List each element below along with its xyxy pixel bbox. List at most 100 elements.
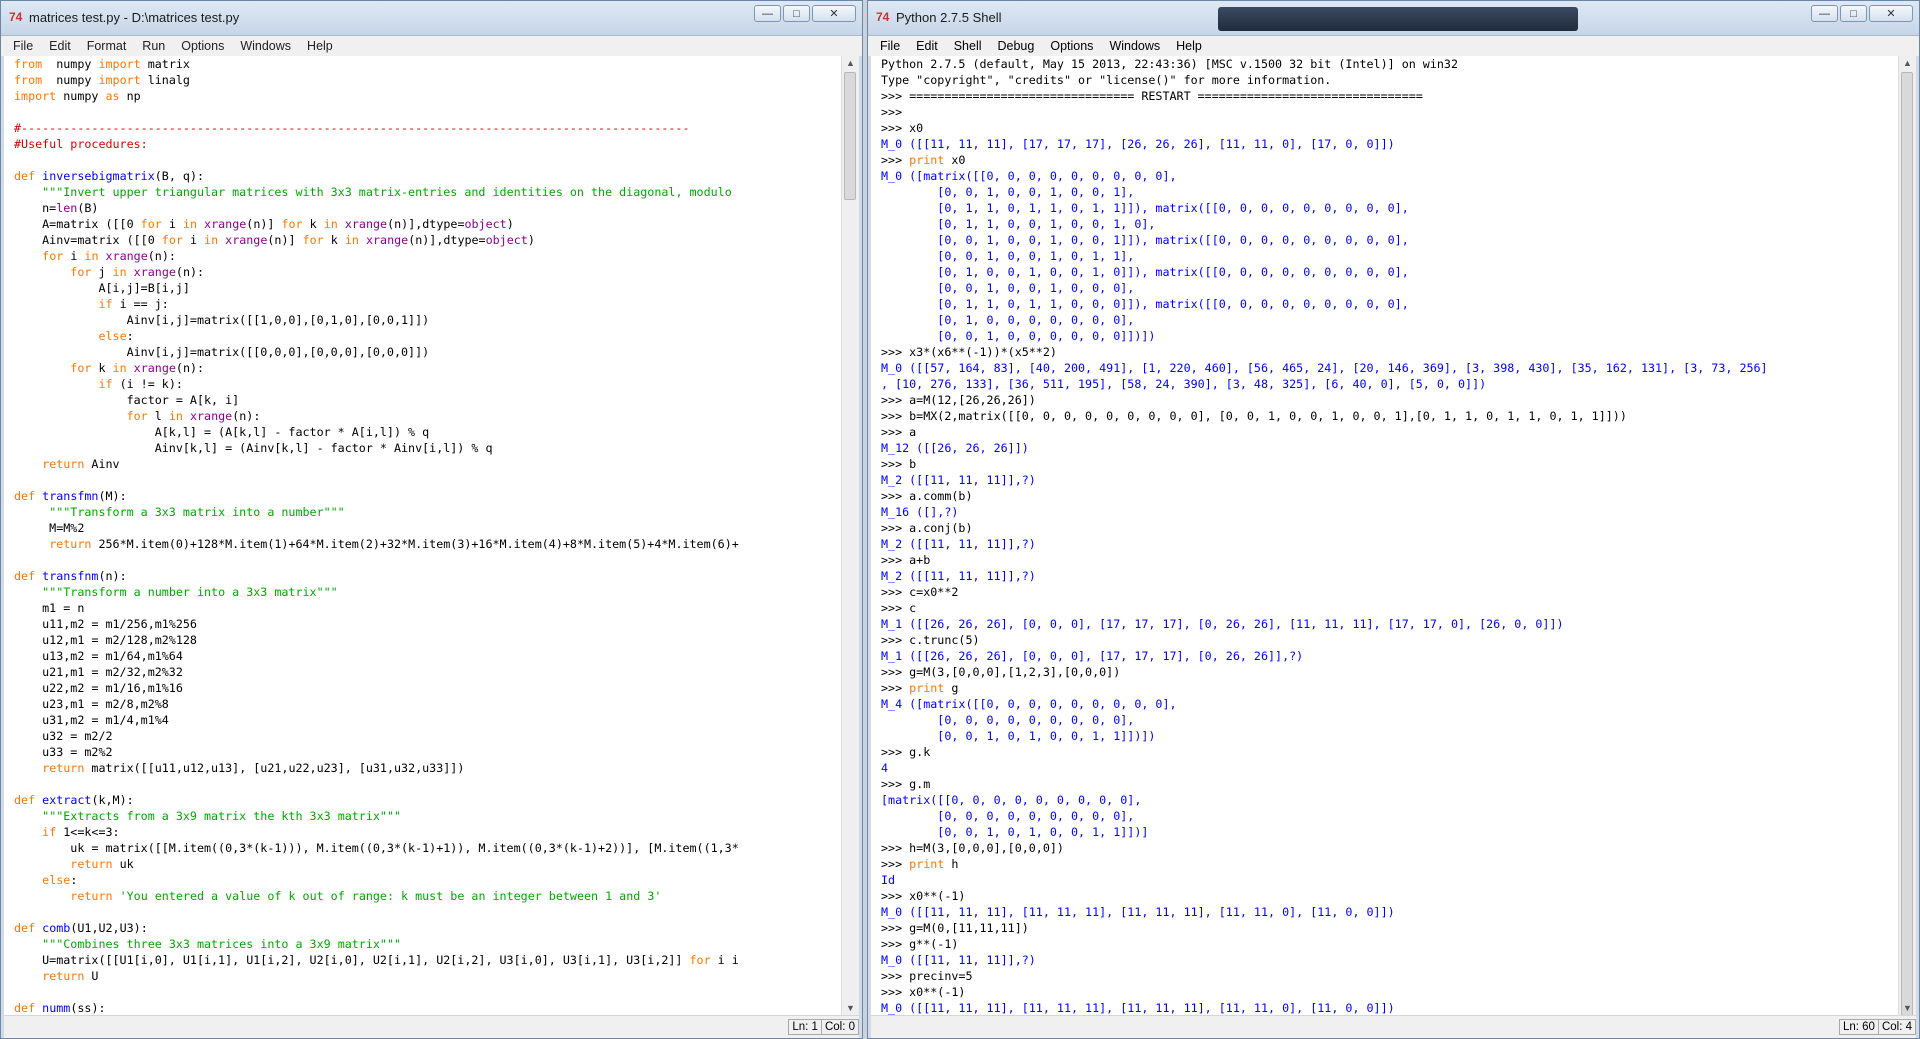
code-line: M_0 ([matrix([[0, 0, 0, 0, 0, 0, 0, 0, 0… — [881, 168, 1898, 184]
menu-edit[interactable]: Edit — [908, 39, 946, 53]
menu-format[interactable]: Format — [79, 39, 135, 53]
code-token: k — [91, 361, 113, 375]
code-token: for — [161, 233, 183, 247]
code-token: for — [140, 217, 162, 231]
code-token: print — [909, 681, 945, 695]
close-button[interactable]: ✕ — [812, 5, 856, 22]
code-token: """Invert upper triangular matrices with… — [42, 185, 732, 199]
editor-menubar: File Edit Format Run Options Windows Hel… — [1, 36, 862, 57]
code-token: >>> x0**(-1) — [881, 889, 966, 903]
code-line: [0, 0, 1, 0, 1, 0, 0, 1, 1]])]) — [881, 728, 1898, 744]
code-line: >>> h=M(3,[0,0,0],[0,0,0]) — [881, 840, 1898, 856]
code-token: >>> c=x0**2 — [881, 585, 959, 599]
menu-options[interactable]: Options — [173, 39, 232, 53]
code-token: np — [119, 89, 141, 103]
code-line: >>> b=MX(2,matrix([[0, 0, 0, 0, 0, 0, 0,… — [881, 408, 1898, 424]
code-token: >>> x0**(-1) — [881, 985, 966, 999]
code-token: u22,m2 = m1/16,m1%16 — [14, 681, 183, 695]
code-editor[interactable]: from numpy import matrix from numpy impor… — [4, 56, 859, 1016]
minimize-button[interactable]: — — [1811, 5, 1838, 22]
menu-debug[interactable]: Debug — [990, 39, 1043, 53]
code-line: def transfnm(n): — [14, 568, 841, 584]
code-token: if — [42, 825, 57, 839]
code-token: M_16 ([],?) — [881, 505, 959, 519]
code-token: i == j: — [112, 297, 169, 311]
menu-run[interactable]: Run — [134, 39, 173, 53]
code-line: M_2 ([[11, 11, 11]],?) — [881, 472, 1898, 488]
code-line: u21,m1 = m2/32,m2%32 — [14, 664, 841, 680]
code-line: u31,m2 = m1/4,m1%4 — [14, 712, 841, 728]
code-line: u32 = m2/2 — [14, 728, 841, 744]
code-token: return — [49, 537, 92, 551]
code-token: (B) — [77, 201, 99, 215]
code-token: (n): — [147, 249, 176, 263]
code-line: factor = A[k, i] — [14, 392, 841, 408]
scroll-up-icon[interactable]: ▲ — [842, 56, 859, 71]
maximize-button[interactable]: □ — [1840, 5, 1867, 22]
scroll-thumb[interactable] — [1901, 72, 1913, 1016]
code-token: matrix — [140, 57, 190, 71]
code-token: def — [14, 793, 36, 807]
code-token: Ainv[i,j]=matrix([[0,0,0],[0,0,0],[0,0,0… — [14, 345, 430, 359]
code-line: def numm(ss): — [14, 1000, 841, 1016]
code-token: import — [14, 89, 57, 103]
menu-windows[interactable]: Windows — [1101, 39, 1168, 53]
code-line: n=len(B) — [14, 200, 841, 216]
menu-edit[interactable]: Edit — [41, 39, 79, 53]
code-text[interactable]: from numpy import matrix from numpy impor… — [4, 56, 841, 1016]
code-token: [0, 0, 1, 0, 1, 0, 0, 1, 1]])] — [881, 825, 1149, 839]
code-token: for — [302, 233, 324, 247]
scroll-down-icon[interactable]: ▼ — [842, 1001, 859, 1016]
scroll-thumb[interactable] — [844, 72, 856, 200]
shell-scrollbar[interactable]: ▲ ▼ — [1898, 56, 1916, 1016]
code-token: l — [147, 409, 169, 423]
maximize-button[interactable]: □ — [783, 5, 810, 22]
code-token: [0, 0, 1, 0, 0, 0, 0, 0, 0]])]) — [881, 329, 1156, 343]
code-line: [0, 0, 1, 0, 0, 1, 0, 0, 0], — [881, 280, 1898, 296]
editor-titlebar[interactable]: 74 matrices test.py - D:\matrices test.p… — [1, 1, 862, 36]
shell-menubar: File Edit Shell Debug Options Windows He… — [868, 36, 1919, 57]
code-token: def — [14, 569, 36, 583]
menu-windows[interactable]: Windows — [232, 39, 299, 53]
code-line: [0, 0, 1, 0, 0, 0, 0, 0, 0]])]) — [881, 328, 1898, 344]
code-token: i — [161, 217, 183, 231]
code-token: """Transform a 3x3 matrix into a number"… — [49, 505, 345, 519]
code-token: in — [182, 217, 197, 231]
menu-shell[interactable]: Shell — [946, 39, 990, 53]
scroll-down-icon[interactable]: ▼ — [1899, 1001, 1916, 1016]
code-token: print — [909, 857, 945, 871]
menu-file[interactable]: File — [5, 39, 41, 53]
code-line: """Combines three 3x3 matrices into a 3x… — [14, 936, 841, 952]
code-line: M_0 ([[11, 11, 11]],?) — [881, 952, 1898, 968]
shell-titlebar[interactable]: 74 Python 2.7.5 Shell — □ ✕ — [868, 1, 1919, 36]
code-token: return — [42, 761, 85, 775]
code-token: in — [344, 233, 359, 247]
code-token: [0, 1, 0, 0, 1, 0, 0, 1, 0]]), matrix([[… — [881, 265, 1409, 279]
editor-scrollbar[interactable]: ▲ ▼ — [841, 56, 859, 1016]
scroll-up-icon[interactable]: ▲ — [1899, 56, 1916, 71]
code-line: #---------------------------------------… — [14, 120, 841, 136]
minimize-button[interactable]: — — [754, 5, 781, 22]
code-token: i i — [710, 953, 739, 967]
menu-options[interactable]: Options — [1042, 39, 1101, 53]
shell-output[interactable]: Python 2.7.5 (default, May 15 2013, 22:4… — [871, 56, 1916, 1016]
menu-file[interactable]: File — [872, 39, 908, 53]
code-token: M_2 ([[11, 11, 11]],?) — [881, 569, 1036, 583]
code-token: u13,m2 = m1/64,m1%64 — [14, 649, 183, 663]
menu-help[interactable]: Help — [299, 39, 341, 53]
code-token: m1 = n — [14, 601, 85, 615]
code-token: Id — [881, 873, 896, 887]
code-token: >>> g.m — [881, 777, 931, 791]
menu-help[interactable]: Help — [1168, 39, 1210, 53]
code-token: >>> b — [881, 457, 917, 471]
idle-icon: 74 — [876, 10, 890, 24]
shell-text[interactable]: Python 2.7.5 (default, May 15 2013, 22:4… — [871, 56, 1898, 1016]
code-line: 4 — [881, 760, 1898, 776]
code-line: >>> x0 — [881, 120, 1898, 136]
close-button[interactable]: ✕ — [1869, 5, 1913, 22]
code-token: i — [63, 249, 85, 263]
